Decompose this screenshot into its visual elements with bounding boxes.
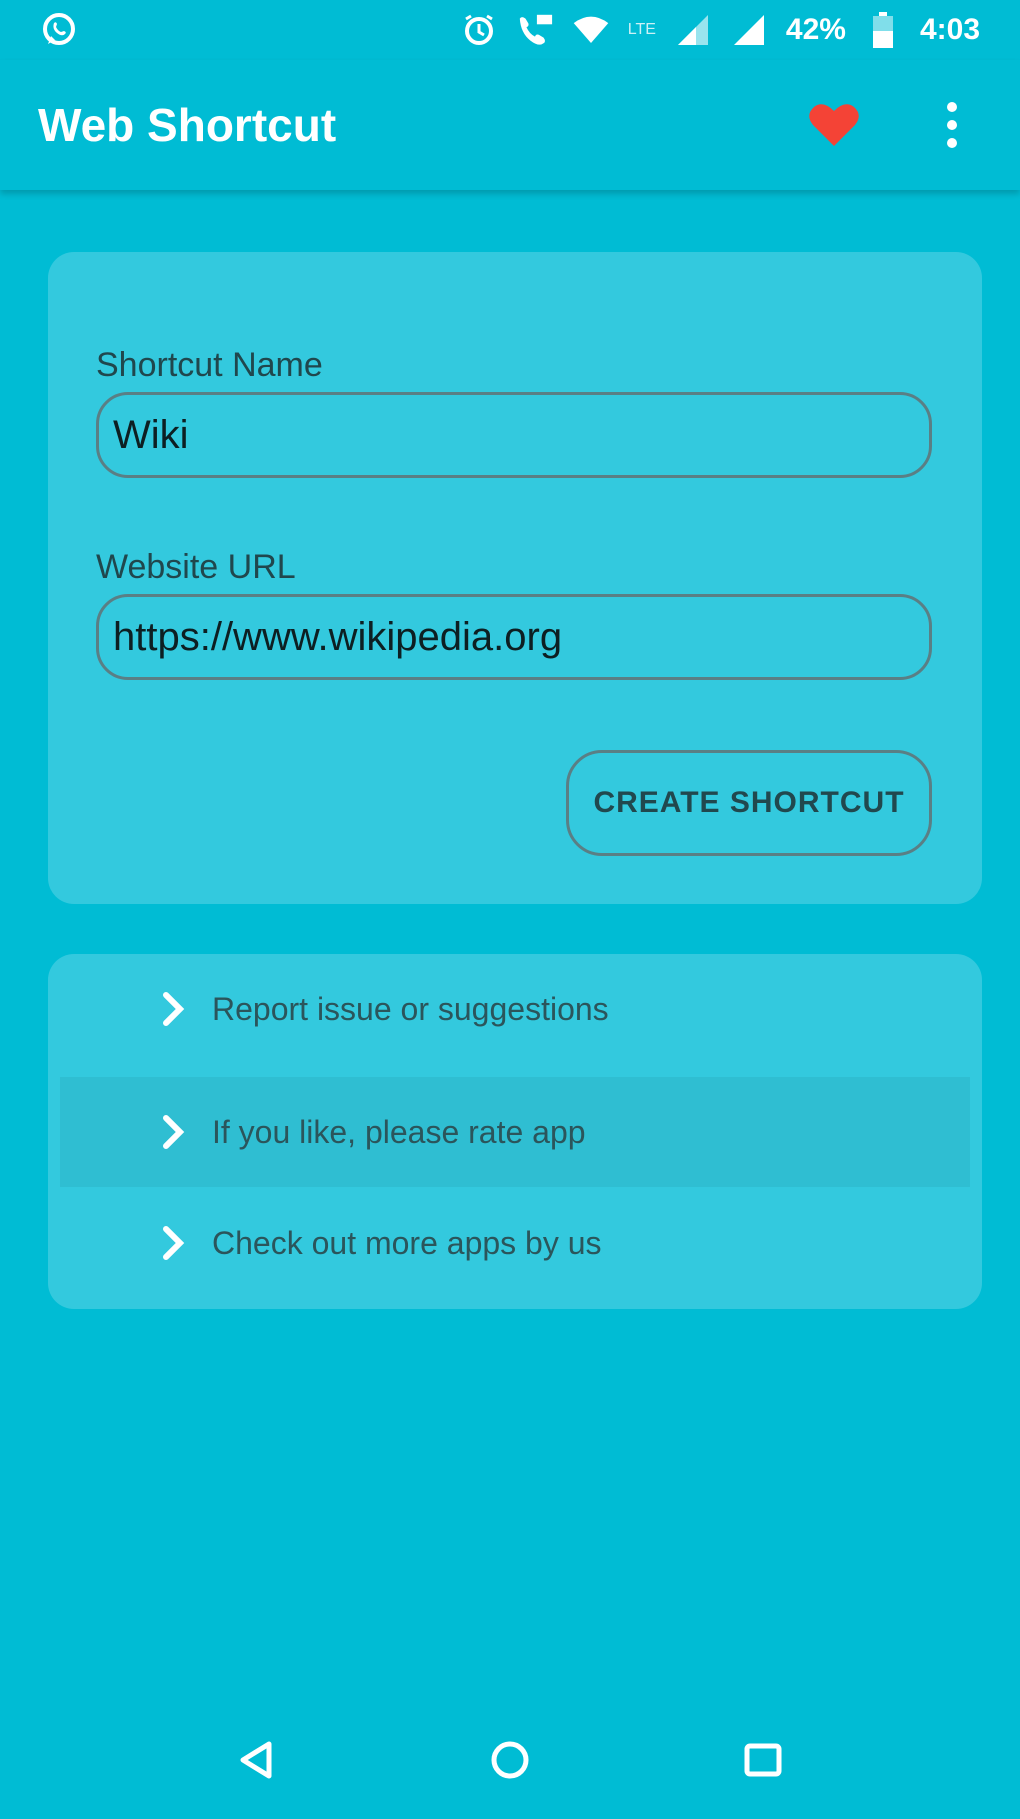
link-label: If you like, please rate app (212, 1113, 586, 1150)
whatsapp-icon (40, 11, 78, 49)
hd-call-icon (516, 11, 554, 49)
link-label: Check out more apps by us (212, 1224, 602, 1261)
network-label: LTE (627, 21, 656, 38)
heart-icon[interactable] (804, 95, 864, 155)
home-icon[interactable] (470, 1720, 550, 1800)
create-shortcut-button[interactable]: CREATE SHORTCUT (566, 750, 932, 856)
status-time: 4:03 (919, 13, 980, 46)
battery-percent: 42% (785, 13, 846, 46)
chevron-right-icon (163, 1226, 185, 1260)
app-bar: Web Shortcut (0, 60, 1020, 190)
chevron-right-icon (163, 992, 185, 1026)
links-card: Report issue or suggestions If you like,… (48, 954, 982, 1309)
website-url-label: Website URL (96, 548, 296, 586)
app-actions (804, 95, 982, 155)
back-icon[interactable] (217, 1720, 297, 1800)
more-vert-icon[interactable] (922, 95, 982, 155)
link-more-apps[interactable]: Check out more apps by us (60, 1188, 970, 1298)
link-report-issue[interactable]: Report issue or suggestions (60, 954, 970, 1064)
status-bar: LTE 42% 4:03 (0, 0, 1020, 60)
shortcut-name-label: Shortcut Name (96, 346, 323, 384)
shortcut-form-card: Shortcut Name Website URL CREATE SHORTCU… (48, 252, 982, 904)
navigation-bar (0, 1700, 1020, 1819)
wifi-icon (572, 11, 610, 49)
shortcut-name-input[interactable] (96, 392, 932, 478)
link-rate-app[interactable]: If you like, please rate app (60, 1077, 970, 1187)
chevron-right-icon (163, 1115, 185, 1149)
status-left (40, 11, 78, 49)
app-title: Web Shortcut (38, 99, 337, 151)
battery-icon (864, 11, 902, 49)
status-right: LTE 42% 4:03 (460, 11, 980, 49)
signal-icon (674, 11, 712, 49)
signal-icon (730, 11, 768, 49)
link-label: Report issue or suggestions (212, 990, 609, 1027)
alarm-icon (460, 11, 498, 49)
website-url-input[interactable] (96, 594, 932, 680)
recents-icon[interactable] (723, 1720, 803, 1800)
